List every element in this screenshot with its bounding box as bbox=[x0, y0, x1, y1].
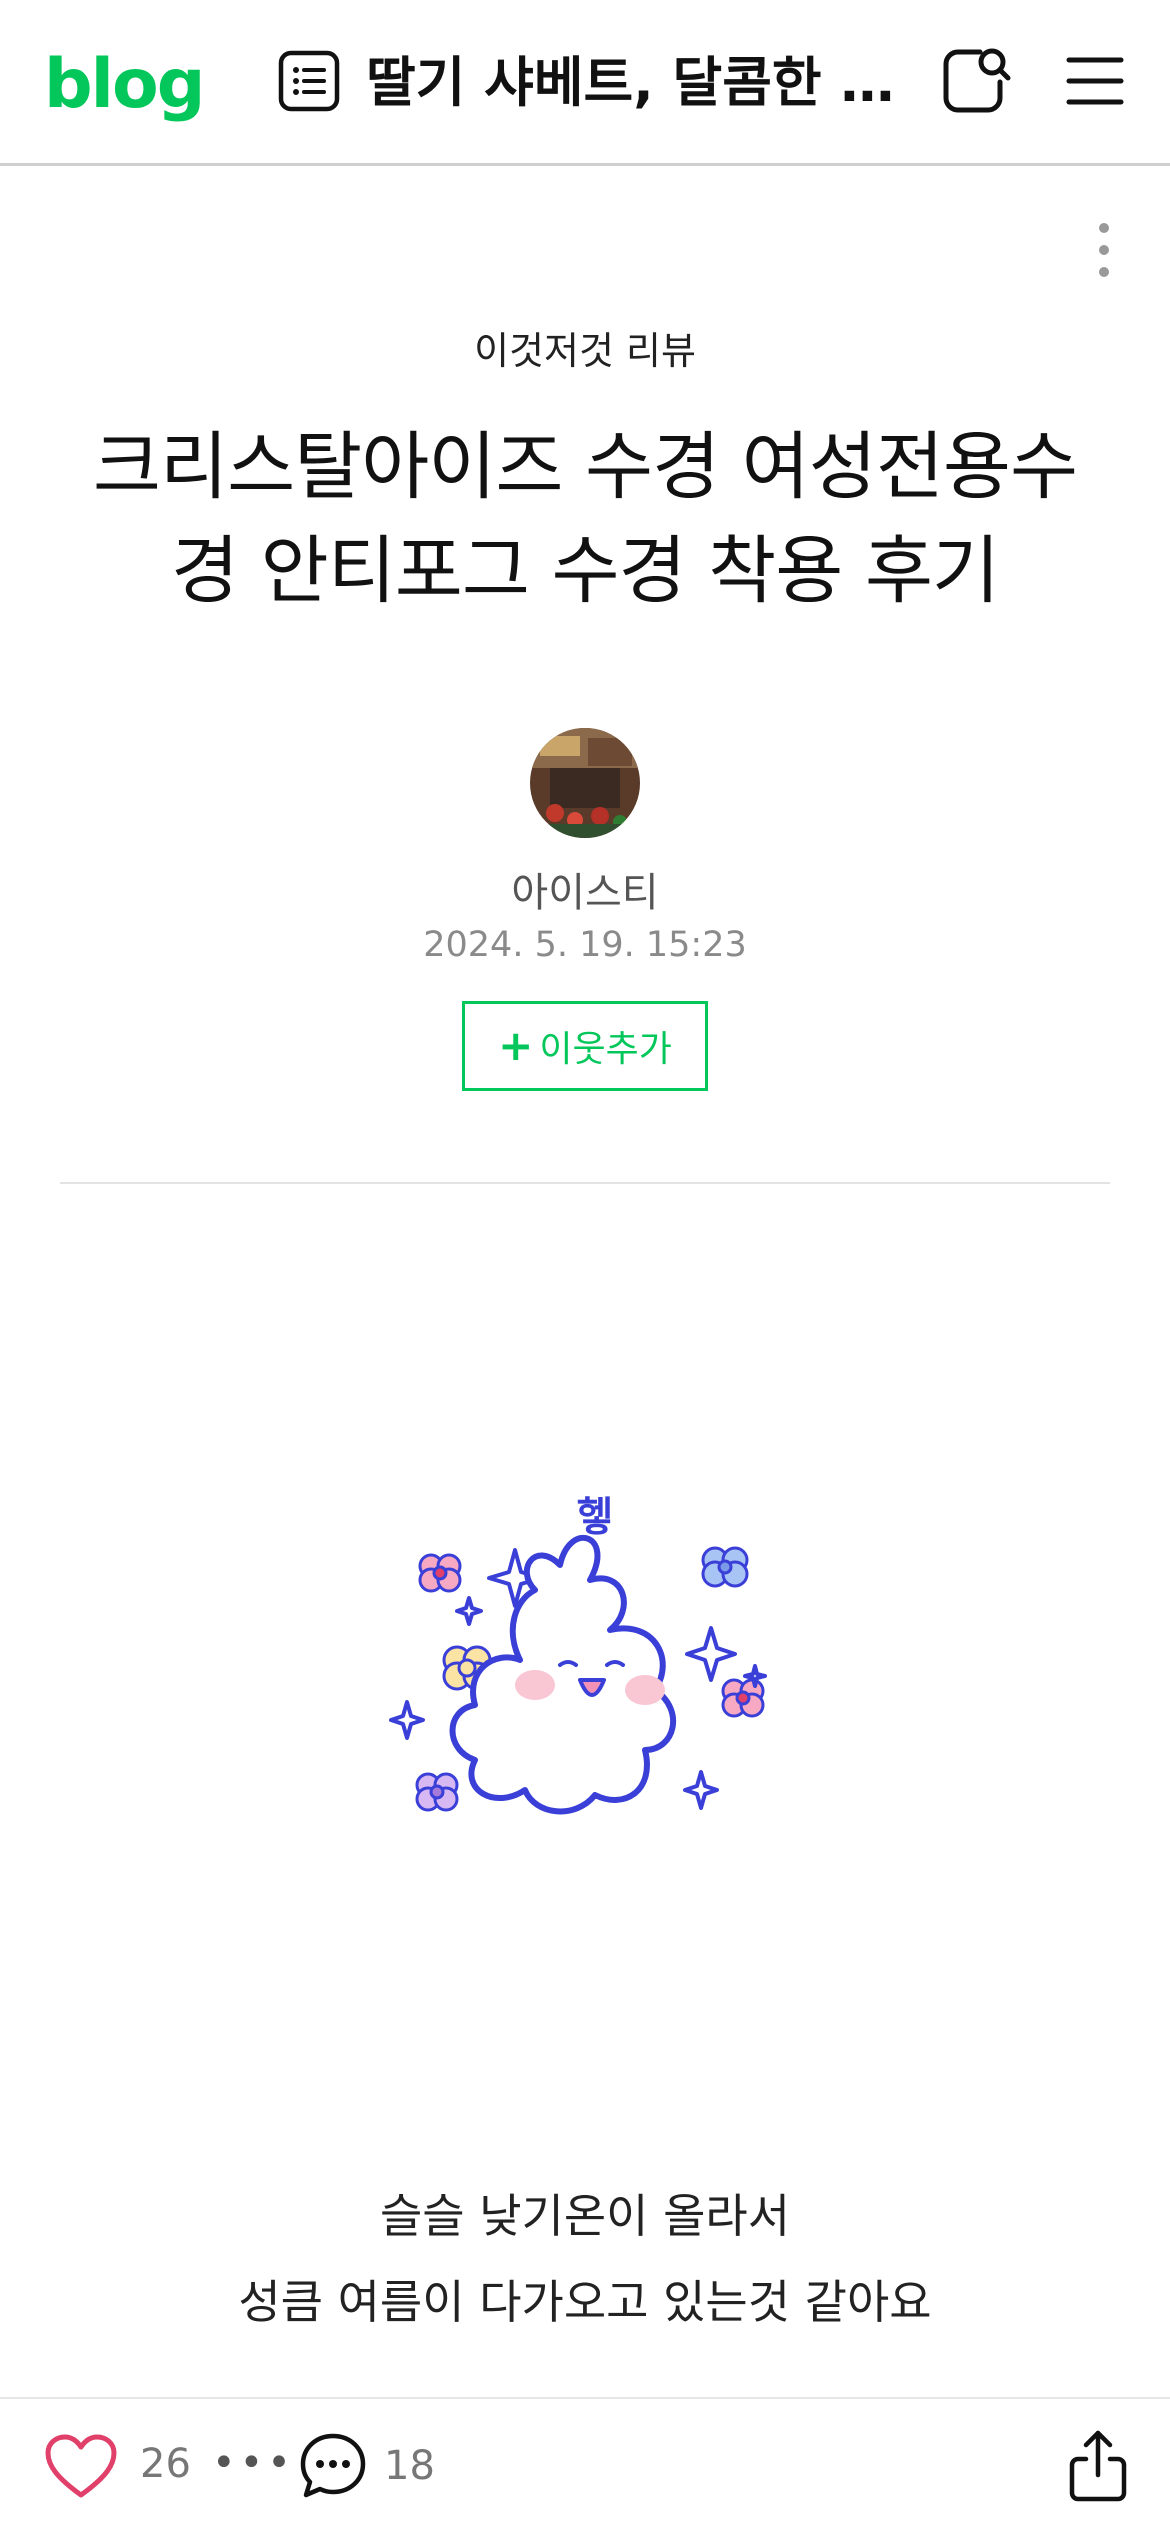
more-dots-icon[interactable]: ••• bbox=[212, 2443, 295, 2483]
divider bbox=[60, 1182, 1110, 1184]
like-count[interactable]: 26 bbox=[140, 2439, 191, 2489]
plus-icon: + bbox=[498, 1021, 534, 1070]
more-options-icon[interactable] bbox=[1090, 220, 1118, 280]
add-neighbor-button[interactable]: + 이웃추가 bbox=[462, 1001, 708, 1091]
post-category[interactable]: 이것저것 리뷰 bbox=[0, 320, 1170, 375]
post-title-line: 크리스탈아이즈 수경 여성전용수 bbox=[92, 424, 1078, 510]
author-name[interactable]: 아이스티 bbox=[0, 860, 1170, 918]
bunny-sticker-image: 헿 bbox=[389, 1494, 767, 1815]
top-nav-bar: blog 딸기 샤베트, 달콤한 ... bbox=[0, 0, 1170, 166]
list-icon[interactable] bbox=[278, 50, 340, 112]
search-icon[interactable] bbox=[940, 44, 1012, 116]
post-title-line: 경 안티포그 수경 착용 후기 bbox=[171, 528, 1000, 614]
blog-title[interactable]: 딸기 샤베트, 달콤한 ... bbox=[366, 38, 896, 128]
avatar-image bbox=[530, 728, 640, 838]
post-body-line: 성큼 여름이 다가오고 있는것 같아요 bbox=[238, 2275, 932, 2329]
bottom-action-bar: 26 ••• 18 bbox=[0, 2397, 1170, 2532]
post-date: 2024. 5. 19. 15:23 bbox=[423, 925, 747, 965]
share-icon[interactable] bbox=[1066, 2429, 1130, 2503]
author-avatar[interactable] bbox=[530, 728, 640, 838]
comment-count[interactable]: 18 bbox=[384, 2441, 435, 2491]
menu-icon[interactable] bbox=[1066, 52, 1124, 110]
comment-icon[interactable] bbox=[298, 2431, 368, 2501]
sticker-text: 헿 bbox=[577, 1494, 614, 1540]
post-body-line: 슬슬 낮기온이 올라서 bbox=[379, 2189, 791, 2243]
post-title: 크리스탈아이즈 수경 여성전용수 경 안티포그 수경 착용 후기 bbox=[50, 415, 1120, 623]
blog-logo[interactable]: blog bbox=[44, 40, 205, 130]
heart-icon[interactable] bbox=[44, 2433, 118, 2499]
add-neighbor-label: 이웃추가 bbox=[539, 1029, 672, 1070]
